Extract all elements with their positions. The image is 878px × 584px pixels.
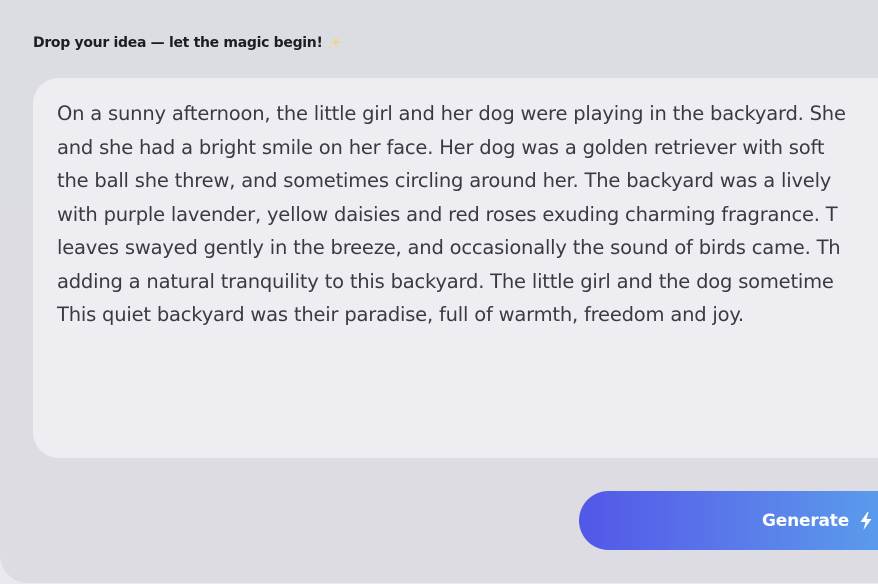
prompt-line: and she had a bright smile on her face. … xyxy=(57,135,825,159)
prompt-label-text: Drop your idea — let the magic begin! xyxy=(33,35,323,51)
prompt-label: Drop your idea — let the magic begin! xyxy=(33,35,343,51)
prompt-line: On a sunny afternoon, the little girl an… xyxy=(57,102,846,125)
generate-button[interactable]: Generate xyxy=(579,491,878,550)
prompt-card: Drop your idea — let the magic begin! On… xyxy=(0,0,878,583)
prompt-text: On a sunny afternoon, the little girl an… xyxy=(57,97,878,332)
prompt-line: adding a natural tranquility to this bac… xyxy=(57,269,834,293)
prompt-textarea[interactable]: On a sunny afternoon, the little girl an… xyxy=(33,78,878,458)
prompt-line: leaves swayed gently in the breeze, and … xyxy=(57,236,841,259)
prompt-line: with purple lavender, yellow daisies and… xyxy=(57,202,838,226)
prompt-line: the ball she threw, and sometimes circli… xyxy=(57,169,832,192)
prompt-line: This quiet backyard was their paradise, … xyxy=(57,303,744,326)
bolt-icon xyxy=(859,511,873,530)
sparkle-icon xyxy=(327,35,343,51)
generate-button-label: Generate xyxy=(762,510,850,531)
